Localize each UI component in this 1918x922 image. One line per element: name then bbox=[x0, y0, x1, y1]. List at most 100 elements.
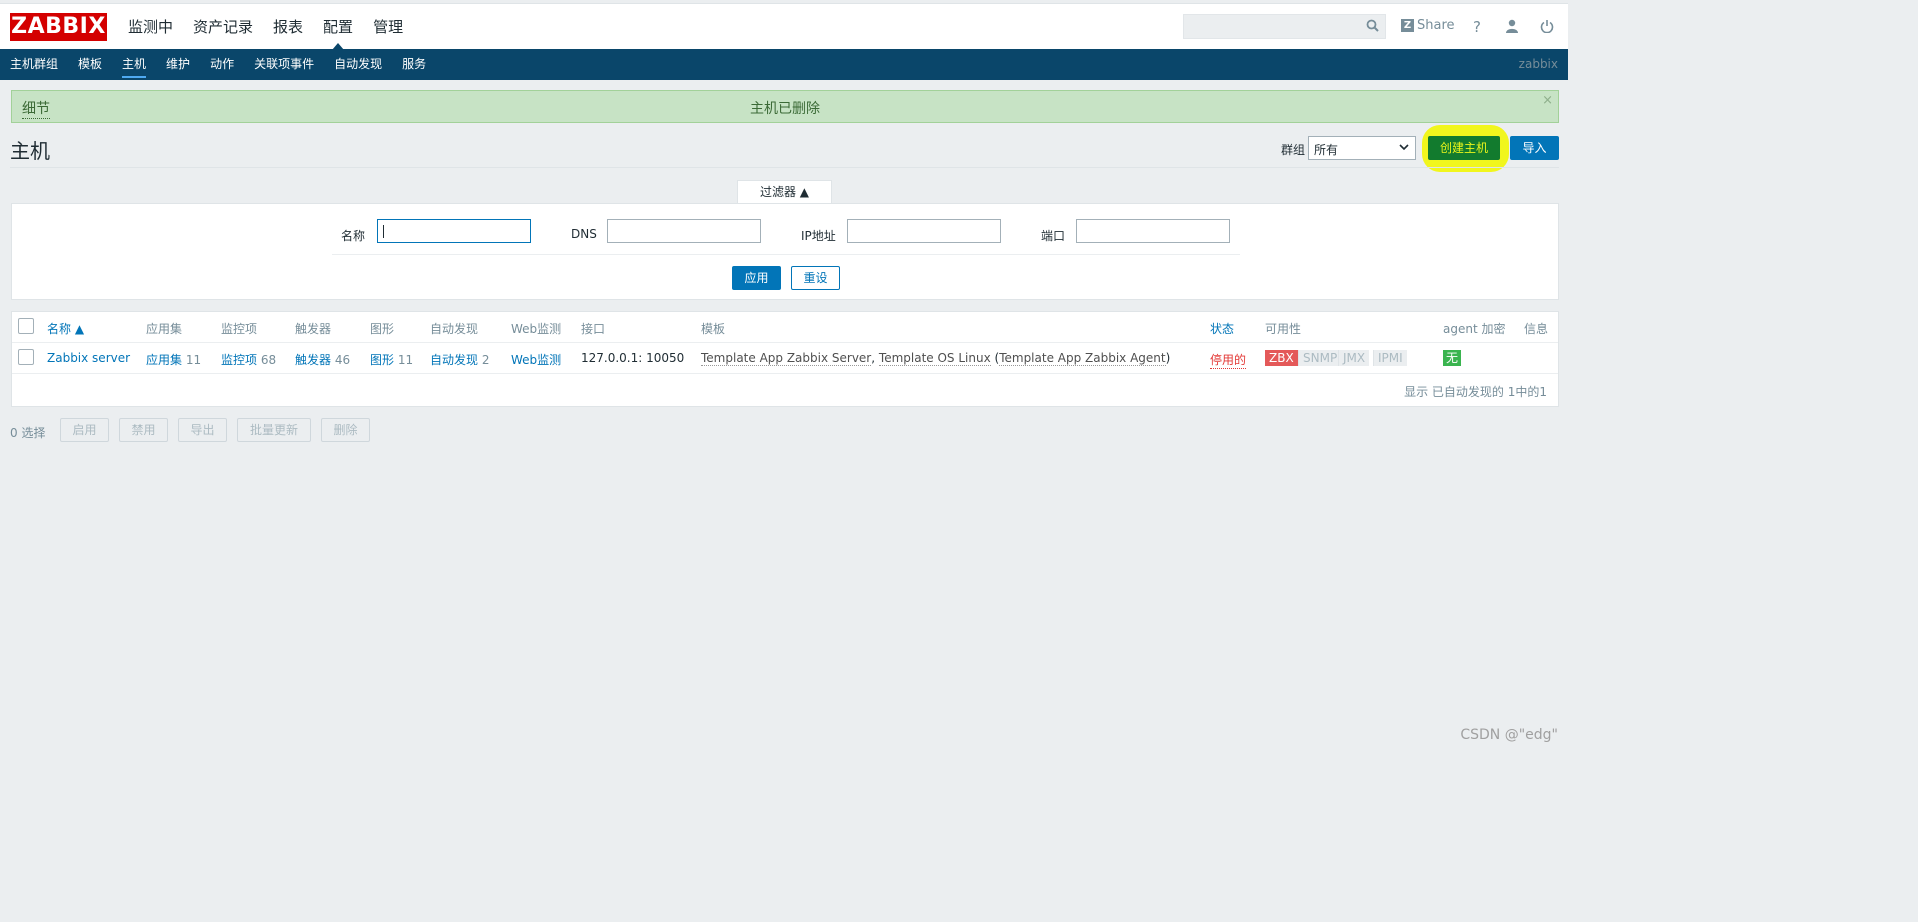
group-select[interactable]: 所有 bbox=[1308, 136, 1416, 160]
disable-button[interactable]: 禁用 bbox=[119, 418, 168, 442]
filter-panel: 名称 DNS IP地址 端口 应用 重设 bbox=[11, 203, 1559, 300]
availability-jmx-badge: JMX bbox=[1338, 350, 1370, 366]
header-name[interactable]: 名称 ▲ bbox=[47, 320, 84, 337]
header-triggers: 触发器 bbox=[295, 322, 332, 336]
watermark: CSDN @"edg" bbox=[1460, 727, 1558, 743]
help-icon[interactable]: ? bbox=[1473, 18, 1481, 36]
user-profile-icon[interactable] bbox=[1505, 19, 1519, 37]
applications-cell: 应用集 11 bbox=[146, 351, 201, 368]
filter-ip-input[interactable] bbox=[847, 219, 1001, 243]
menu-monitoring[interactable]: 监测中 bbox=[118, 4, 183, 50]
header-discovery: 自动发现 bbox=[430, 322, 479, 336]
interface-cell: 127.0.0.1: 10050 bbox=[581, 351, 685, 365]
submenu-maintenance[interactable]: 维护 bbox=[156, 49, 200, 80]
close-icon[interactable]: × bbox=[1542, 93, 1553, 108]
header-info: 信息 bbox=[1524, 322, 1549, 336]
search-input[interactable] bbox=[1183, 14, 1386, 39]
filter-tab[interactable]: 过滤器 ▲ bbox=[737, 180, 832, 204]
chevron-down-icon bbox=[1399, 140, 1409, 157]
host-name-link[interactable]: Zabbix server bbox=[47, 351, 130, 365]
template-link[interactable]: Template OS Linux bbox=[878, 351, 991, 366]
group-label: 群组 bbox=[1281, 143, 1306, 157]
discovery-count: 2 bbox=[481, 353, 490, 367]
filter-dns-input[interactable] bbox=[607, 219, 761, 243]
share-label: Share bbox=[1417, 18, 1455, 33]
submenu-discovery[interactable]: 自动发现 bbox=[324, 49, 392, 80]
menu-administration[interactable]: 管理 bbox=[363, 4, 413, 50]
header-availability: 可用性 bbox=[1265, 322, 1302, 336]
filter-dns-label: DNS bbox=[571, 227, 597, 241]
enable-button[interactable]: 启用 bbox=[60, 418, 109, 442]
reset-button[interactable]: 重设 bbox=[791, 266, 840, 290]
zabbix-logo[interactable]: ZABBIX bbox=[10, 13, 107, 41]
applications-link[interactable]: 应用集 bbox=[146, 353, 182, 367]
triggers-cell: 触发器 46 bbox=[295, 351, 350, 368]
hosts-table: 名称 ▲ 应用集 监控项 触发器 图形 自动发现 Web监测 接口 模板 状态 … bbox=[11, 311, 1559, 407]
menu-inventory[interactable]: 资产记录 bbox=[183, 4, 263, 50]
triggers-count: 46 bbox=[334, 353, 351, 367]
apply-button[interactable]: 应用 bbox=[732, 266, 781, 290]
header-agent-encryption: agent 加密 bbox=[1443, 322, 1506, 336]
header-interface: 接口 bbox=[581, 322, 606, 336]
server-name: zabbix bbox=[1518, 57, 1558, 71]
filter-port-input[interactable] bbox=[1076, 219, 1230, 243]
text-cursor bbox=[383, 225, 384, 238]
filter-ip-label: IP地址 bbox=[801, 229, 836, 243]
triggers-link[interactable]: 触发器 bbox=[295, 353, 331, 367]
filter-name-input[interactable] bbox=[377, 219, 531, 243]
z-icon: Z bbox=[1401, 19, 1414, 32]
submenu-hosts[interactable]: 主机 bbox=[112, 49, 156, 80]
header-status[interactable]: 状态 bbox=[1210, 320, 1234, 337]
submenu-host-groups[interactable]: 主机群组 bbox=[0, 49, 68, 80]
status-toggle[interactable]: 停用的 bbox=[1210, 351, 1247, 369]
page-title: 主机 bbox=[10, 139, 50, 163]
submenu-services[interactable]: 服务 bbox=[392, 49, 436, 80]
message-text: 主机已删除 bbox=[750, 101, 820, 117]
success-message: 细节 主机已删除 × bbox=[11, 90, 1559, 123]
mass-update-button[interactable]: 批量更新 bbox=[237, 418, 311, 442]
search-icon[interactable] bbox=[1366, 19, 1379, 36]
header-templates: 模板 bbox=[701, 322, 726, 336]
templates-cell: Template App Zabbix Server, Template OS … bbox=[701, 351, 1171, 366]
row-checkbox[interactable] bbox=[18, 349, 34, 365]
import-button[interactable]: 导入 bbox=[1510, 136, 1559, 160]
discovery-cell: 自动发现 2 bbox=[430, 351, 489, 368]
header-graphs: 图形 bbox=[370, 322, 395, 336]
availability-ipmi-badge: IPMI bbox=[1373, 350, 1407, 366]
header-divider bbox=[10, 167, 1559, 168]
power-icon[interactable] bbox=[1540, 19, 1554, 37]
share-link[interactable]: Z Share bbox=[1401, 18, 1455, 33]
group-select-value: 所有 bbox=[1314, 143, 1339, 157]
menu-reports[interactable]: 报表 bbox=[263, 4, 313, 50]
submenu-actions[interactable]: 动作 bbox=[200, 49, 244, 80]
export-button[interactable]: 导出 bbox=[178, 418, 227, 442]
header-items: 监控项 bbox=[221, 322, 258, 336]
selected-count: 0 选择 bbox=[10, 426, 46, 440]
top-header: ZABBIX 监测中 资产记录 报表 配置 管理 Z Share ? bbox=[0, 3, 1568, 50]
web-link[interactable]: Web监测 bbox=[511, 351, 561, 368]
graphs-link[interactable]: 图形 bbox=[370, 353, 394, 367]
delete-button[interactable]: 删除 bbox=[321, 418, 370, 442]
filter-name-label: 名称 bbox=[341, 229, 366, 243]
table-paging-info: 显示 已自动发现的 1中的1 bbox=[1404, 385, 1547, 399]
template-link[interactable]: Template App Zabbix Agent bbox=[999, 351, 1166, 366]
menu-configuration[interactable]: 配置 bbox=[313, 4, 363, 50]
items-link[interactable]: 监控项 bbox=[221, 353, 257, 367]
create-host-button[interactable]: 创建主机 bbox=[1428, 136, 1500, 160]
applications-count: 11 bbox=[185, 353, 202, 367]
template-separator: , bbox=[871, 351, 876, 365]
filter-divider bbox=[332, 254, 1240, 255]
graphs-count: 11 bbox=[397, 353, 414, 367]
discovery-link[interactable]: 自动发现 bbox=[430, 353, 478, 367]
submenu-templates[interactable]: 模板 bbox=[68, 49, 112, 80]
template-link[interactable]: Template App Zabbix Server bbox=[701, 351, 872, 366]
sub-menu-bar: 主机群组 模板 主机 维护 动作 关联项事件 自动发现 服务 zabbix bbox=[0, 49, 1568, 80]
row-divider-line bbox=[12, 373, 1558, 374]
template-paren-close: ) bbox=[1165, 351, 1171, 365]
header-web: Web监测 bbox=[511, 322, 562, 336]
select-all-checkbox[interactable] bbox=[18, 318, 34, 334]
items-cell: 监控项 68 bbox=[221, 351, 276, 368]
items-count: 68 bbox=[260, 353, 277, 367]
main-menu: 监测中 资产记录 报表 配置 管理 bbox=[118, 4, 413, 50]
submenu-event-correlation[interactable]: 关联项事件 bbox=[244, 49, 324, 80]
